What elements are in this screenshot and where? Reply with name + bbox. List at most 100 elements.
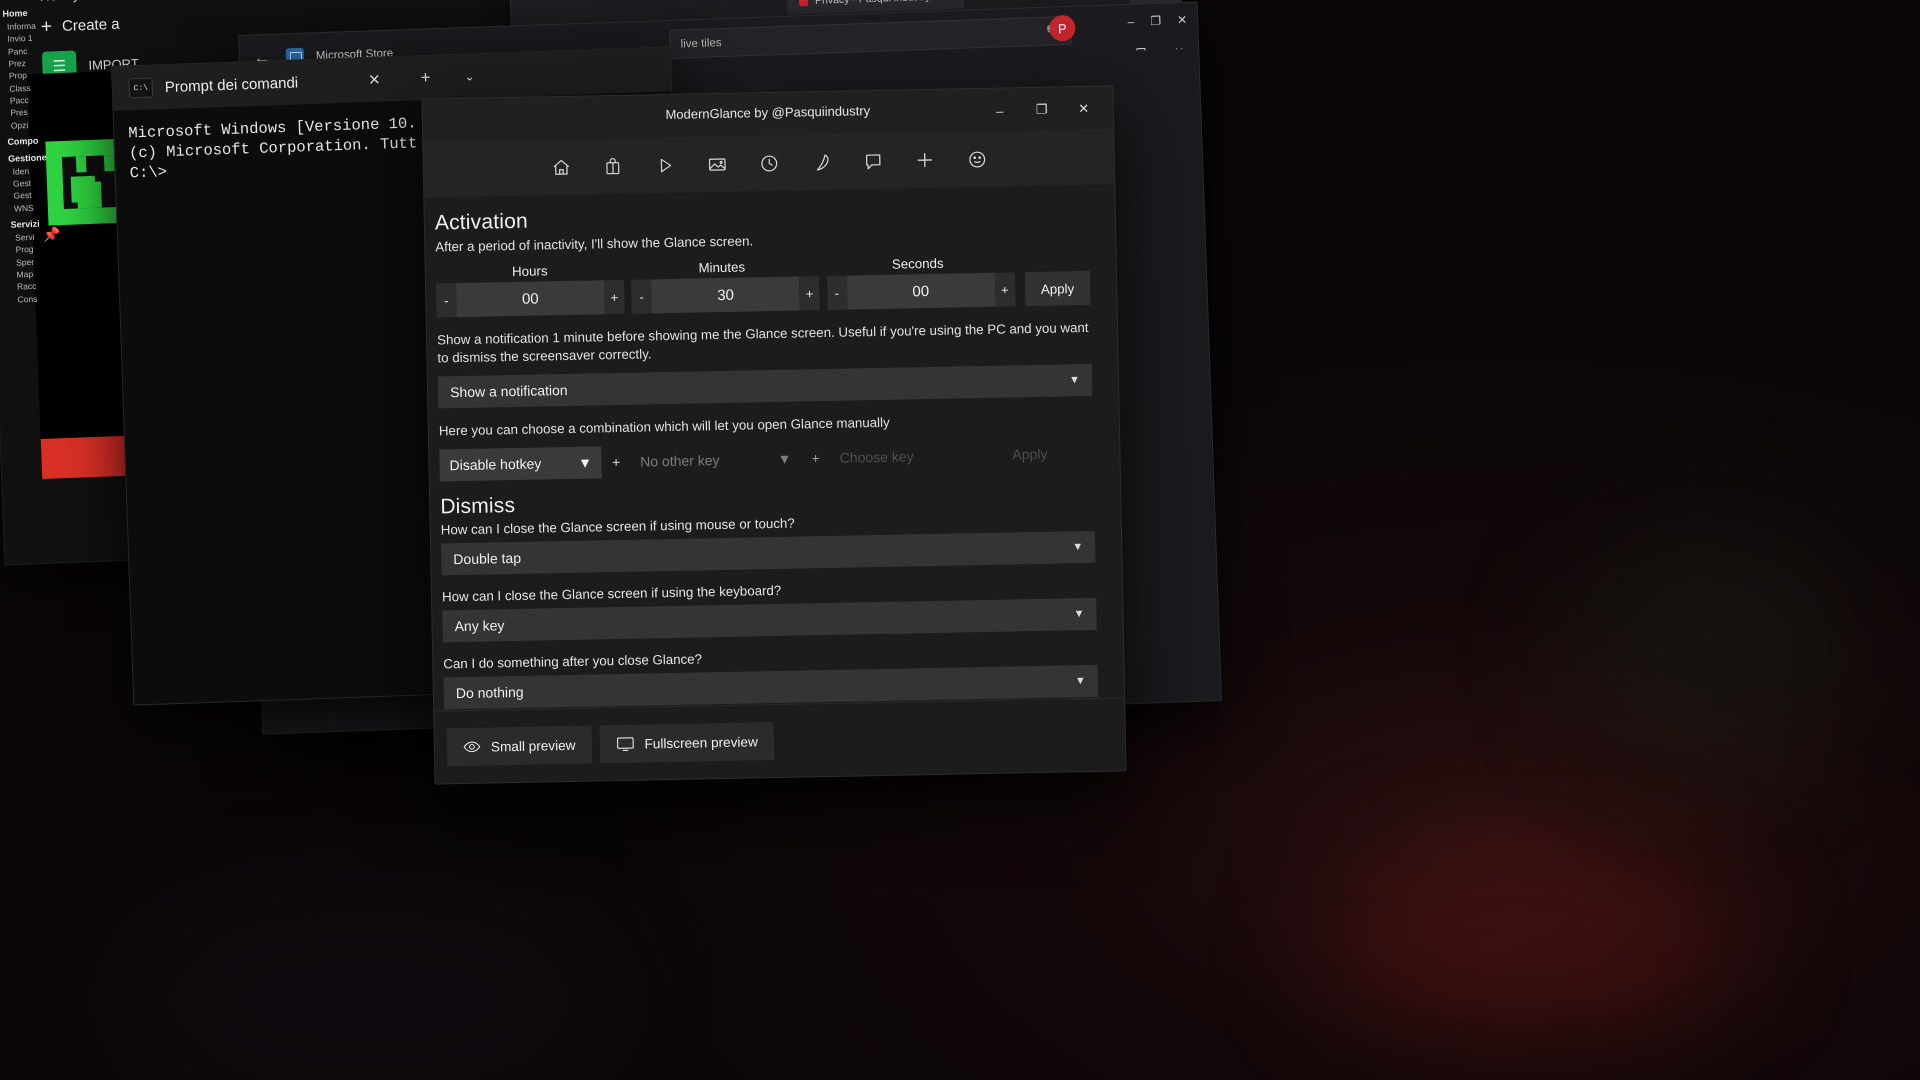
create-tile-label: Create a bbox=[62, 16, 120, 35]
chevron-down-icon: ▼ bbox=[578, 455, 592, 471]
clock-icon[interactable] bbox=[753, 148, 784, 179]
minutes-stepper[interactable]: - 30 + bbox=[631, 276, 820, 314]
seconds-minus-button[interactable]: - bbox=[826, 276, 847, 310]
sidebar-item[interactable]: Invio 1 bbox=[7, 33, 53, 44]
hotkey-apply-button[interactable]: Apply bbox=[966, 437, 1093, 471]
comment-icon[interactable] bbox=[857, 146, 888, 177]
seconds-value[interactable]: 00 bbox=[846, 273, 995, 310]
sidebar-item[interactable]: WNS bbox=[14, 203, 60, 214]
close-button[interactable]: ✕ bbox=[1063, 96, 1105, 123]
hotkey-tertiary-value: Choose key bbox=[840, 448, 914, 465]
chevron-down-icon: ▼ bbox=[1073, 608, 1084, 620]
browser-tab-label: Privacy - Pasqui industry bbox=[815, 0, 931, 7]
minutes-plus-button[interactable]: + bbox=[799, 276, 820, 310]
favicon-icon bbox=[799, 0, 808, 6]
glance-settings-content: Activation After a period of inactivity,… bbox=[424, 184, 1124, 711]
apply-button[interactable]: Apply bbox=[1024, 271, 1090, 306]
creeper-face-icon bbox=[62, 155, 116, 209]
sidebar-item[interactable]: Iden bbox=[12, 166, 58, 177]
sidebar-item[interactable]: Servi bbox=[15, 232, 61, 243]
sidebar-head-home: Home bbox=[2, 8, 52, 20]
sidebar-item[interactable]: Opzi bbox=[11, 120, 57, 131]
store-window-controls: – ❐ ✕ bbox=[1127, 13, 1187, 29]
sidebar-head-servizi: Servizi bbox=[10, 219, 60, 231]
hotkey-secondary-dropdown[interactable]: No other key ▼ bbox=[630, 443, 802, 478]
sidebar-group-servizi: Servizi Servi Prog Sper Map Racc Cons bbox=[10, 219, 63, 305]
sidebar-item[interactable]: Panc bbox=[8, 46, 54, 57]
new-tab-icon[interactable]: + bbox=[420, 68, 431, 88]
moon-icon[interactable] bbox=[805, 147, 836, 178]
minimize-button[interactable]: – bbox=[979, 97, 1021, 124]
hours-value[interactable]: 00 bbox=[456, 281, 605, 318]
hours-plus-button[interactable]: + bbox=[604, 280, 625, 314]
sidebar-item[interactable]: Sper bbox=[16, 257, 62, 268]
chevron-down-icon[interactable]: ⌄ bbox=[464, 69, 475, 83]
maximize-button[interactable]: ❐ bbox=[1150, 14, 1161, 28]
footer-spacer bbox=[782, 734, 1125, 741]
mouse-dismiss-dropdown[interactable]: Double tap ▼ bbox=[441, 531, 1095, 576]
glance-footer: Small preview Fullscreen preview bbox=[434, 697, 1125, 783]
sidebar-group-compo: Compo bbox=[7, 136, 57, 148]
sidebar-head-compo: Compo bbox=[7, 136, 57, 148]
sidebar-item[interactable]: Prop bbox=[9, 70, 55, 81]
shopping-bag-icon[interactable] bbox=[598, 151, 629, 182]
desktop-glow-red bbox=[1320, 860, 1740, 1030]
seconds-stepper[interactable]: - 00 + bbox=[826, 273, 1015, 311]
command-prompt-title: Prompt dei comandi bbox=[164, 74, 298, 96]
close-button[interactable]: ✕ bbox=[1177, 13, 1188, 27]
plus-icon[interactable] bbox=[909, 145, 940, 176]
sidebar-item[interactable]: Cons bbox=[17, 294, 63, 305]
hours-stepper[interactable]: - 00 + bbox=[436, 280, 625, 318]
hotkey-primary-dropdown[interactable]: Disable hotkey ▼ bbox=[439, 446, 602, 481]
close-icon[interactable]: ✕ bbox=[368, 71, 381, 89]
sidebar-item[interactable]: Class bbox=[9, 83, 55, 94]
chevron-down-icon: ▼ bbox=[1069, 374, 1080, 386]
close-icon[interactable]: ✕ bbox=[943, 0, 952, 2]
sidebar-item[interactable]: Racc bbox=[17, 281, 63, 292]
modernglance-window[interactable]: ModernGlance by @Pasquiindustry – ❐ ✕ bbox=[421, 85, 1126, 784]
sidebar-head-gestione: Gestione bbox=[8, 153, 58, 165]
sidebar-group-home: Home Informa Invio 1 Panc Prez Prop Clas… bbox=[2, 8, 57, 131]
minutes-minus-button[interactable]: - bbox=[631, 280, 652, 314]
new-tab-icon[interactable]: + bbox=[976, 0, 985, 3]
glance-window-controls: – ❐ ✕ bbox=[979, 96, 1105, 124]
sidebar-item[interactable]: Gest bbox=[13, 190, 59, 201]
sidebar-item[interactable]: Pres bbox=[10, 107, 56, 118]
terminal-icon: C:\ bbox=[128, 78, 153, 99]
home-icon[interactable] bbox=[546, 152, 577, 183]
keyboard-dismiss-dropdown[interactable]: Any key ▼ bbox=[442, 598, 1096, 643]
hotkey-tertiary-dropdown[interactable]: Choose key bbox=[829, 440, 956, 474]
notification-dropdown[interactable]: Show a notification ▼ bbox=[438, 364, 1092, 409]
notification-description: Show a notification 1 minute before show… bbox=[437, 319, 1092, 366]
sidebar-item[interactable]: Prez bbox=[8, 58, 54, 69]
chevron-down-icon: ▼ bbox=[1072, 541, 1083, 553]
hotkey-plus-2: + bbox=[811, 450, 819, 466]
fullscreen-preview-button[interactable]: Fullscreen preview bbox=[599, 722, 774, 763]
hours-minus-button[interactable]: - bbox=[436, 283, 457, 317]
chevron-down-icon: ▼ bbox=[778, 451, 792, 467]
seconds-plus-button[interactable]: + bbox=[994, 273, 1015, 307]
hotkey-apply-label: Apply bbox=[1012, 446, 1047, 463]
small-preview-label: Small preview bbox=[491, 737, 576, 754]
desktop-glow-green bbox=[1560, 520, 1860, 780]
sidebar-group-gestione: Gestione Iden Gest Gest WNS bbox=[8, 153, 60, 214]
hotkey-row: Disable hotkey ▼ + No other key ▼ + Choo… bbox=[439, 437, 1093, 482]
sidebar-item[interactable]: Gest bbox=[13, 178, 59, 189]
sidebar-item[interactable]: Prog bbox=[15, 244, 61, 255]
desktop-stage: CUSTOM TILES ALL APPS SETTINGS ABOUT LTA… bbox=[0, 0, 1920, 1080]
sidebar-item[interactable]: Pacc bbox=[10, 95, 56, 106]
play-icon[interactable] bbox=[650, 150, 681, 181]
store-search-input[interactable]: live tiles 🔍 bbox=[669, 16, 1072, 59]
small-preview-button[interactable]: Small preview bbox=[447, 726, 592, 767]
minutes-value[interactable]: 30 bbox=[651, 277, 800, 314]
store-search-value: live tiles bbox=[680, 37, 721, 50]
sidebar-item[interactable]: Map bbox=[16, 269, 62, 280]
maximize-button[interactable]: ❐ bbox=[1021, 96, 1063, 123]
eye-icon bbox=[463, 740, 481, 754]
smiley-icon[interactable] bbox=[961, 144, 992, 175]
notification-dropdown-value: Show a notification bbox=[450, 382, 568, 400]
sidebar-item[interactable]: Informa bbox=[7, 21, 53, 32]
minimize-button[interactable]: – bbox=[1127, 15, 1134, 29]
avatar[interactable]: P bbox=[1049, 15, 1076, 42]
image-icon[interactable] bbox=[702, 149, 733, 180]
